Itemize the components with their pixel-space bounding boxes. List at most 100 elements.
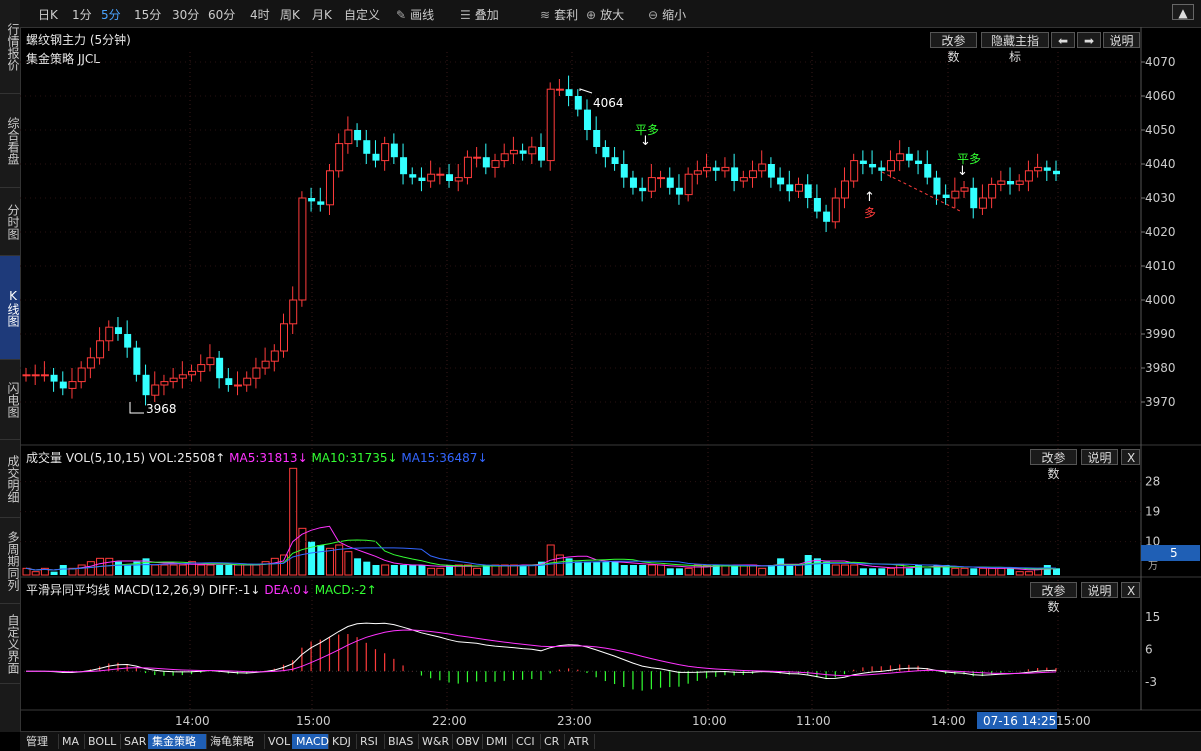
kline-chart-area[interactable]: 4064 3968 平多 ↓ 平多 ↓ ↑ 多 4070 4060 4050 4040… [20, 27, 1201, 731]
indicator-tab-11[interactable]: W&R [418, 734, 453, 749]
indicator-tab-1[interactable]: MA [58, 734, 85, 749]
period-tab-6[interactable]: 4时 [250, 6, 270, 23]
candle-body [463, 156, 472, 179]
candle-body [160, 381, 169, 386]
volume-bar [767, 565, 775, 575]
period-tab-8[interactable]: 月K [312, 6, 332, 23]
period-tab-2[interactable]: 5分 [101, 6, 121, 23]
candle-body [933, 177, 941, 195]
left-nav-item-1[interactable]: 综合看盘 [0, 94, 20, 188]
period-tab-7[interactable]: 周K [280, 6, 300, 23]
left-nav-item-5[interactable]: 成交明细 [0, 440, 20, 518]
volume-bars [22, 467, 1060, 576]
volume-bar [400, 565, 408, 575]
candle-body [234, 384, 243, 387]
volume-bar [758, 567, 767, 576]
candle-body [427, 173, 436, 182]
left-nav-item-7[interactable]: 自定义界面 [0, 604, 20, 684]
period-tab-0[interactable]: 日K [38, 6, 58, 23]
volume-bar [997, 567, 1006, 576]
candle-body [261, 360, 270, 369]
collapse-button[interactable]: ▲ [1172, 4, 1194, 20]
grid-lines [20, 52, 1141, 710]
time-label-6: 14:00 [931, 714, 966, 728]
period-tab-3[interactable]: 15分 [134, 6, 161, 23]
candle-body [77, 367, 86, 383]
overlay-button[interactable]: ☰ 叠加 [460, 6, 499, 23]
candle-body [538, 147, 545, 161]
indicator-tab-13[interactable]: DMI [482, 734, 513, 749]
price-tick-3: 4040 [1145, 157, 1176, 171]
candle-body [970, 187, 978, 209]
volume-bar [225, 565, 233, 575]
indicator-tab-12[interactable]: OBV [452, 734, 483, 749]
volume-bar [50, 571, 58, 575]
candle-body [942, 194, 950, 198]
indicator-tab-3[interactable]: SAR [120, 734, 149, 749]
left-nav-item-2[interactable]: 分时图 [0, 188, 20, 256]
indicator-tab-0[interactable]: 管理 [22, 734, 59, 749]
volume-bar [344, 551, 353, 576]
candle-body [1015, 180, 1024, 185]
left-nav-item-0[interactable]: 行情报价 [0, 0, 20, 94]
candle-body [915, 160, 923, 164]
period-tab-4[interactable]: 30分 [172, 6, 199, 23]
candle-body [86, 357, 95, 369]
candle-body [31, 374, 40, 377]
volume-bar [583, 561, 591, 575]
candle-body [509, 149, 518, 155]
left-nav-item-6[interactable]: 多周期同列 [0, 518, 20, 604]
volume-current-value: 5 [1170, 546, 1178, 560]
volume-bar [1007, 568, 1015, 575]
indicator-tab-9[interactable]: RSI [356, 734, 385, 749]
candle-body [611, 157, 619, 164]
candle-body [795, 183, 803, 192]
draw-line-button[interactable]: ✎ 画线 [396, 6, 434, 23]
volume-bar [869, 568, 877, 575]
period-tab-9[interactable]: 自定义 [344, 6, 380, 23]
candle-body [804, 184, 812, 198]
macd-tick-0: 15 [1145, 610, 1160, 624]
volume-tick-0: 28 [1145, 475, 1160, 489]
zoom-in-button[interactable]: ⊕ 放大 [586, 6, 624, 23]
left-nav-item-3[interactable]: K线图 [0, 256, 20, 360]
indicator-tab-16[interactable]: ATR [564, 734, 595, 749]
price-tick-0: 4070 [1145, 55, 1176, 69]
candle-body [859, 160, 867, 164]
candle-body [344, 129, 353, 145]
candle-body [105, 326, 114, 342]
zoom-out-icon: ⊖ [648, 8, 659, 22]
volume-bar [777, 558, 785, 575]
candle-body [620, 164, 628, 178]
cursor-time: 07-16 14:25 [983, 714, 1056, 728]
indicator-tab-2[interactable]: BOLL [84, 734, 121, 749]
indicator-tab-6[interactable]: VOL [264, 734, 293, 749]
candle-body [786, 184, 794, 192]
zoom-out-button[interactable]: ⊖ 缩小 [648, 6, 686, 23]
period-tab-1[interactable]: 1分 [72, 6, 92, 23]
volume-bar [574, 561, 582, 575]
candle-body [878, 167, 886, 171]
indicator-tab-8[interactable]: KDJ [328, 734, 357, 749]
period-tab-5[interactable]: 60分 [208, 6, 235, 23]
candle-body [491, 160, 500, 168]
candle-body [68, 381, 77, 389]
left-nav: 行情报价 综合看盘 分时图 K线图 闪电图 成交明细 多周期同列 自定义界面 [0, 0, 21, 732]
volume-bar [960, 567, 969, 576]
indicator-tab-14[interactable]: CCI [512, 734, 541, 749]
left-nav-item-4[interactable]: 闪电图 [0, 360, 20, 440]
price-tick-4: 4030 [1145, 191, 1176, 205]
indicator-tab-7[interactable]: MACD [292, 734, 329, 749]
indicator-tab-10[interactable]: BIAS [384, 734, 419, 749]
indicator-tab-5[interactable]: 海龟策略 [206, 734, 265, 749]
arbitrage-button[interactable]: ≋ 套利 [540, 6, 578, 23]
signal-long: 多 [864, 206, 876, 220]
price-tick-9: 3980 [1145, 361, 1176, 375]
indicator-tab-4[interactable]: 集金策略 [148, 734, 207, 749]
candle-body [666, 177, 674, 188]
volume-tick-1: 19 [1145, 505, 1160, 519]
high-marker [579, 88, 593, 94]
indicator-tab-15[interactable]: CR [540, 734, 565, 749]
volume-bar [372, 565, 380, 575]
candle-body [133, 347, 141, 375]
